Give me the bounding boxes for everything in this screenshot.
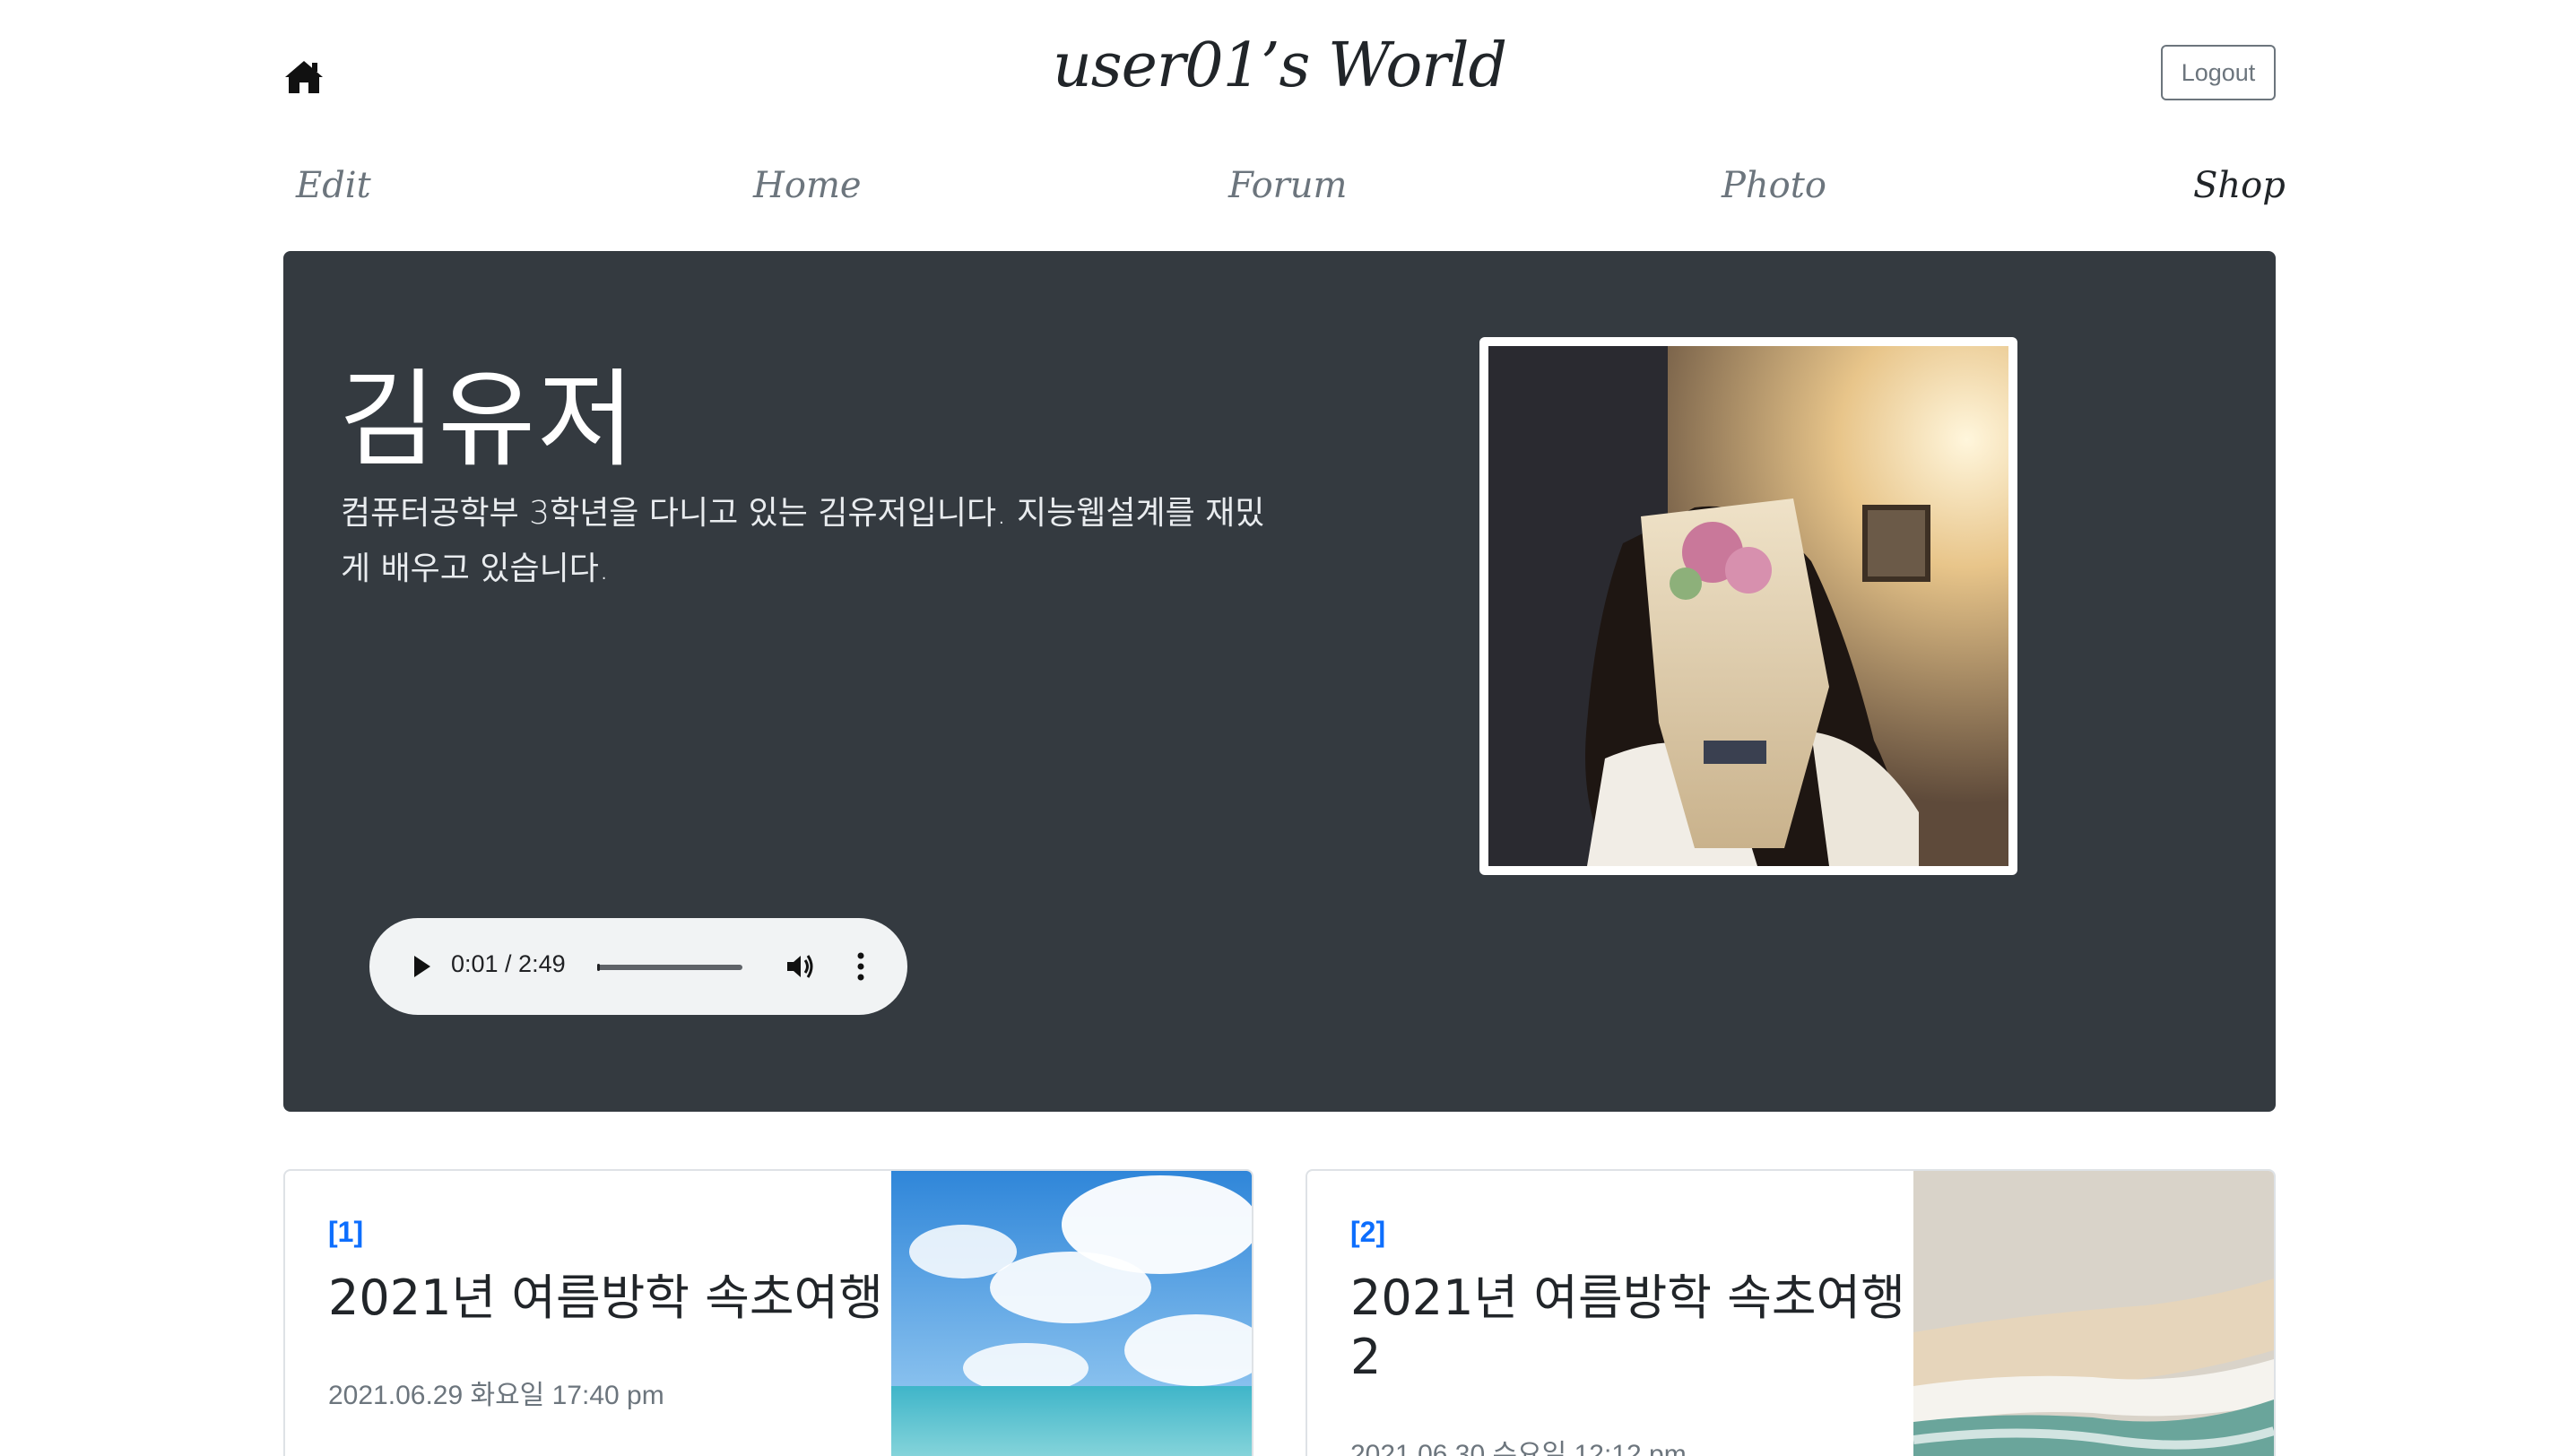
beach-image (1913, 1171, 2274, 1456)
hero-description: 컴퓨터공학부 3학년을 다니고 있는 김유저입니다. 지능웹설계를 재밌게 배우… (341, 495, 1265, 587)
audio-time: 0:01 / 2:49 (451, 950, 566, 977)
play-icon[interactable] (409, 952, 434, 981)
profile-photo (1479, 337, 2017, 875)
logout-button[interactable]: Logout (2161, 45, 2276, 100)
hero-name: 김유저 (339, 358, 637, 481)
audio-progress-slider[interactable] (597, 964, 742, 971)
post-number: [1] (328, 1216, 364, 1248)
post-date: 2021.06.30 수요일 12:12 pm (1350, 1440, 1687, 1456)
post-card-body: [2] 2021년 여름방학 속초여행 2 2021.06.30 수요일 12:… (1350, 1216, 1906, 1456)
post-number: [2] (1350, 1216, 1386, 1248)
page: user01’s World Logout Edit Home Forum Ph… (0, 0, 2559, 1456)
post-title[interactable]: 2021년 여름방학 속초여행 (328, 1269, 884, 1328)
main-nav: Edit Home Forum Photo Shop (283, 158, 2286, 230)
audio-player[interactable]: 0:01 / 2:49 (369, 918, 907, 1015)
post-card-body: [1] 2021년 여름방학 속초여행 2021.06.29 화요일 17:40… (328, 1216, 884, 1412)
post-date: 2021.06.29 화요일 17:40 pm (328, 1381, 664, 1410)
sky-sea-image (891, 1171, 1252, 1456)
post-thumbnail (1913, 1171, 2274, 1456)
header: user01’s World Logout (283, 27, 2276, 126)
post-card[interactable]: [2] 2021년 여름방학 속초여행 2 2021.06.30 수요일 12:… (1306, 1169, 2276, 1456)
profile-photo-image (1488, 346, 2008, 866)
post-title[interactable]: 2021년 여름방학 속초여행 2 (1350, 1269, 1906, 1387)
nav-item-shop[interactable]: Shop (2193, 165, 2286, 206)
hero-banner: 김유저 컴퓨터공학부 3학년을 다니고 있는 김유저입니다. 지능웹설계를 재밌… (283, 251, 2276, 1112)
site-title: user01’s World (1052, 30, 1507, 101)
nav-item-home[interactable]: Home (753, 165, 862, 206)
post-thumbnail (891, 1171, 1252, 1456)
audio-progress-fill (597, 964, 601, 971)
nav-item-photo[interactable]: Photo (1722, 165, 1826, 206)
post-card[interactable]: [1] 2021년 여름방학 속초여행 2021.06.29 화요일 17:40… (283, 1169, 1253, 1456)
more-vertical-icon[interactable] (855, 950, 866, 983)
volume-icon[interactable] (784, 950, 816, 983)
nav-item-forum[interactable]: Forum (1228, 165, 1347, 206)
nav-item-edit[interactable]: Edit (296, 165, 371, 206)
